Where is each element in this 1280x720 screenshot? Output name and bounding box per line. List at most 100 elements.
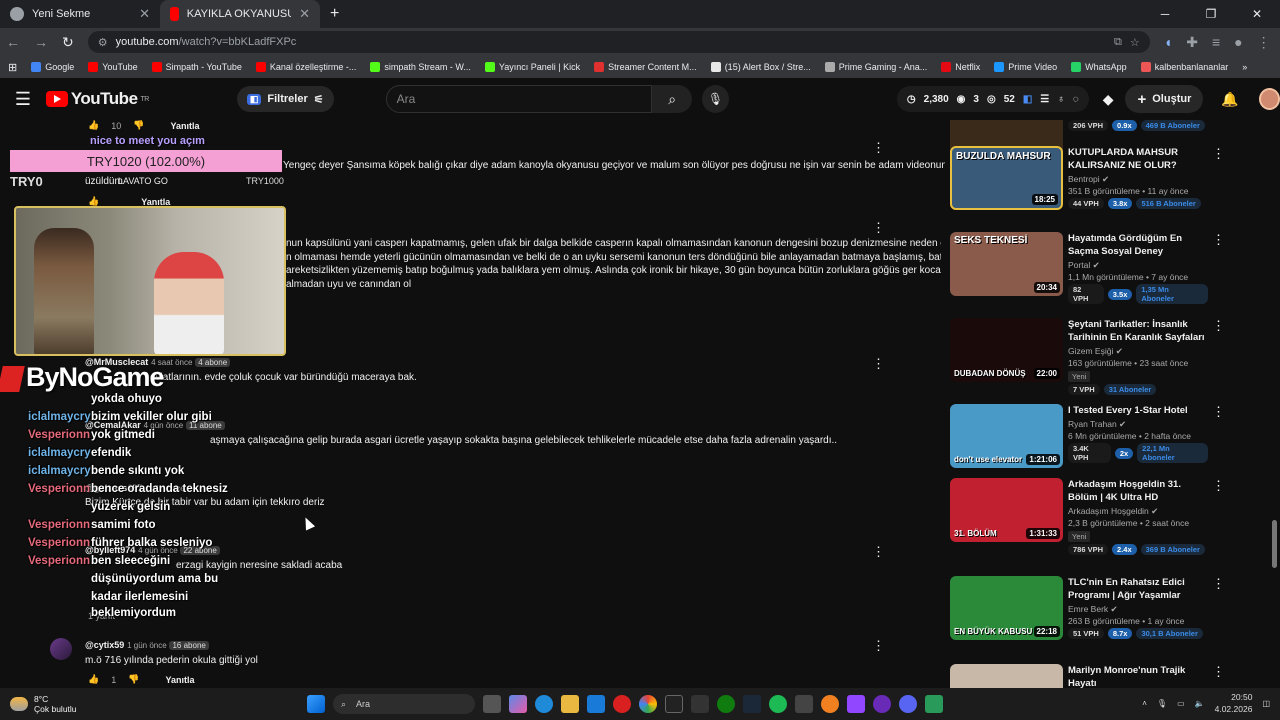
search-button[interactable]: ⌕ [652, 85, 693, 113]
recommended-video[interactable]: don't use elevator 1:21:06 I Tested Every … [950, 404, 1225, 476]
store-icon[interactable] [587, 695, 605, 713]
edge-icon[interactable] [535, 695, 553, 713]
extension-icon[interactable]: ◖ [1164, 34, 1172, 50]
app-icon[interactable] [821, 695, 839, 713]
bookmark-item[interactable]: Streamer Content M... [594, 62, 697, 72]
recommended-video[interactable]: 31. BÖLÜM 1:31:33 Arkadaşım Hoşgeldin 31. … [950, 478, 1225, 555]
video-menu-icon[interactable]: ⋮ [1212, 318, 1225, 334]
amazon-icon[interactable] [691, 695, 709, 713]
microphone-icon[interactable]: 🎙 [1157, 699, 1167, 708]
reload-icon[interactable]: ↻ [62, 34, 74, 51]
puzzle-icon[interactable]: ✚ [1186, 34, 1198, 51]
video-thumbnail[interactable]: don't use elevator 1:21:06 [950, 404, 1063, 468]
video-title[interactable]: TLC'nin En Rahatsız Edici Programı | Ağı… [1068, 576, 1208, 602]
comment-author[interactable]: @cytix59 [85, 640, 124, 650]
video-title[interactable]: Hayatımda Gördüğüm En Saçma Sosyal Deney [1068, 232, 1208, 258]
copilot-icon[interactable] [509, 695, 527, 713]
opera-icon[interactable] [613, 695, 631, 713]
video-menu-icon[interactable]: ⋮ [1212, 404, 1225, 420]
channel-name[interactable]: Bentropi ✔ [1068, 174, 1208, 185]
video-thumbnail[interactable]: BUZULDA MAHSUR 18:25 [950, 146, 1063, 210]
gem-icon[interactable]: ◆ [1103, 91, 1114, 108]
video-thumbnail[interactable] [950, 664, 1063, 688]
video-menu-icon[interactable]: ⋮ [1212, 664, 1225, 680]
twitch-icon[interactable] [847, 695, 865, 713]
tab-new[interactable]: Yeni Sekme ✕ [0, 0, 160, 28]
bookmark-star-icon[interactable]: ☆ [1130, 36, 1140, 49]
comment-menu-icon[interactable]: ⋮ [872, 638, 885, 654]
video-menu-icon[interactable]: ⋮ [1212, 576, 1225, 592]
chevron-up-icon[interactable]: ˄ [1142, 699, 1147, 708]
channel-name[interactable]: Gizem Eşiği ✔ [1068, 346, 1208, 357]
new-tab-button[interactable]: + [320, 0, 349, 28]
bookmarks-more-icon[interactable]: » [1242, 62, 1247, 72]
spotify-icon[interactable] [769, 695, 787, 713]
video-title[interactable]: KUTUPLARDA MAHSUR KALIRSANIZ NE OLUR? [1068, 146, 1208, 172]
like-icon[interactable]: 👍 [88, 120, 99, 131]
commenter-avatar[interactable] [50, 638, 72, 660]
reply-button[interactable]: Yanıtla [141, 197, 170, 207]
voice-search-button[interactable]: 🎙 [702, 85, 729, 113]
dislike-icon[interactable]: 👎 [133, 120, 144, 131]
bookmark-item[interactable]: Simpath - YouTube [151, 62, 242, 72]
like-icon[interactable]: 👍 [88, 674, 99, 685]
epic-games-icon[interactable] [665, 695, 683, 713]
bookmark-item[interactable]: kalbenbanlananlar [1140, 62, 1228, 72]
close-window-icon[interactable]: ✕ [1234, 0, 1280, 28]
filters-button[interactable]: ◧ Filtreler ⚟ [236, 86, 334, 112]
bookmark-item[interactable]: Prime Gaming - Ana... [824, 62, 927, 72]
extension-stats[interactable]: ◷ 2,380 ◉ 3 ◎ 52 ◧ ☰ ♁ ◌ [896, 86, 1089, 112]
maximize-icon[interactable]: ❐ [1188, 0, 1234, 28]
account-avatar[interactable] [1258, 88, 1280, 110]
bookmark-item[interactable]: YouTube [88, 62, 138, 72]
windows-start-icon[interactable] [307, 695, 325, 713]
bookmark-item[interactable]: simpath Stream - W... [370, 62, 471, 72]
video-thumbnail[interactable]: DUBADAN DÖNÜŞ 22:00 [950, 318, 1063, 382]
network-icon[interactable]: ▭ [1177, 699, 1185, 708]
channel-name[interactable]: Emre Berk ✔ [1068, 604, 1208, 615]
channel-name[interactable]: Arkadaşım Hoşgeldin ✔ [1068, 506, 1208, 517]
reply-button[interactable]: Yanıtla [165, 675, 194, 685]
volume-icon[interactable]: 🔈 [1195, 699, 1205, 708]
clock[interactable]: 20:50 4.02.2026 [1215, 691, 1253, 715]
video-title[interactable]: Marilyn Monroe'nun Trajik Hayatı [1068, 664, 1208, 688]
comment-menu-icon[interactable]: ⋮ [872, 544, 885, 560]
bookmark-item[interactable]: Google [31, 62, 74, 72]
comment-menu-icon[interactable]: ⋮ [872, 356, 885, 372]
recommended-video[interactable]: Marilyn Monroe'nun Trajik Hayatı ⋮ [950, 664, 1225, 688]
recommended-video[interactable]: BUZULDA MAHSUR 18:25 KUTUPLARDA MAHSUR KAL… [950, 146, 1225, 218]
notification-icon[interactable]: ◫ [1262, 699, 1270, 708]
profile-icon[interactable]: ● [1234, 34, 1242, 50]
weather-widget[interactable]: 8°C Çok bulutlu [0, 694, 77, 714]
notifications-bell-icon[interactable]: 🔔 [1221, 91, 1238, 108]
url-field[interactable]: ⚙ youtube.com/watch?v=bbKLadfFXPc ⧉ ☆ [87, 31, 1150, 53]
hamburger-menu-icon[interactable]: ☰ [0, 89, 46, 110]
search-input[interactable]: Ara [385, 85, 653, 113]
file-explorer-icon[interactable] [561, 695, 579, 713]
video-menu-icon[interactable]: ⋮ [1212, 146, 1225, 162]
comment-menu-icon[interactable]: ⋮ [872, 140, 885, 156]
back-icon[interactable]: ← [6, 34, 20, 50]
comment-menu-icon[interactable]: ⋮ [872, 220, 885, 236]
steam-icon[interactable] [743, 695, 761, 713]
video-thumbnail[interactable]: SEKS TEKNESİ 20:34 [950, 232, 1063, 296]
reply-button[interactable]: Yanıtla [170, 121, 199, 131]
close-tab-icon[interactable]: ✕ [299, 6, 310, 22]
video-thumbnail[interactable]: EN BÜYÜK KABUSU 22:18 [950, 576, 1063, 640]
media-icon[interactable]: ≡ [1212, 34, 1220, 50]
bookmark-item[interactable]: Kanal özelleştirme -... [255, 62, 356, 72]
install-icon[interactable]: ⧉ [1114, 36, 1122, 49]
recommended-video[interactable]: DUBADAN DÖNÜŞ 22:00 Şeytani Tarikatler: İn… [950, 318, 1225, 395]
bookmark-item[interactable]: Yayıncı Paneli | Kick [484, 62, 580, 72]
channel-name[interactable]: Ryan Trahan ✔ [1068, 419, 1208, 430]
capcut-icon[interactable] [795, 695, 813, 713]
video-menu-icon[interactable]: ⋮ [1212, 232, 1225, 248]
video-menu-icon[interactable]: ⋮ [1212, 478, 1225, 494]
tab-youtube[interactable]: KAYIKLA OKYANUSU GEÇMEYE ✕ [160, 0, 320, 28]
menu-kebab-icon[interactable]: ⋮ [1257, 34, 1271, 51]
video-thumbnail[interactable]: 31. BÖLÜM 1:31:33 [950, 478, 1063, 542]
recommended-video[interactable]: SEKS TEKNESİ 20:34 Hayatımda Gördüğüm En S… [950, 232, 1225, 304]
app-icon[interactable] [925, 695, 943, 713]
minimize-icon[interactable]: ─ [1142, 0, 1188, 28]
bookmark-item[interactable]: Netflix [941, 62, 980, 72]
